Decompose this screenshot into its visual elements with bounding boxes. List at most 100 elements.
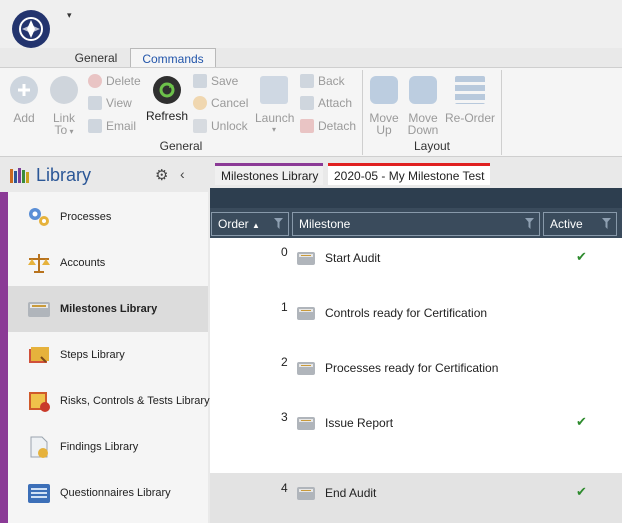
milestone-icon <box>297 487 315 500</box>
column-header-active[interactable]: Active <box>543 212 617 236</box>
column-header-order[interactable]: Order ▲ <box>211 212 289 236</box>
app-logo-icon[interactable] <box>12 10 50 48</box>
table-row[interactable] <box>210 238 622 293</box>
sidebar-item-steps-library[interactable]: Steps Library <box>8 332 208 378</box>
refresh-icon <box>153 76 181 104</box>
link-to-label-line2: To ▾ <box>54 123 74 137</box>
sidebar-item-label: Findings Library <box>60 441 139 453</box>
milestone-icon <box>297 362 315 375</box>
move-down-icon <box>409 76 437 104</box>
column-header-label: Active <box>550 217 583 231</box>
collapse-panel-icon[interactable]: ‹ <box>180 166 185 182</box>
grid-toolbar-strip <box>210 188 622 208</box>
add-icon <box>10 76 38 104</box>
sidebar-item-processes[interactable]: Processes <box>8 194 208 240</box>
sidebar-item-findings-library[interactable]: Findings Library <box>8 424 208 470</box>
sidebar-item-label: Accounts <box>60 257 106 269</box>
tab-milestones-library[interactable]: Milestones Library <box>215 163 323 185</box>
reorder-button[interactable]: Re-Order <box>444 76 496 124</box>
launch-dropdown-icon: ▾ <box>271 125 276 134</box>
library-icon <box>9 167 31 184</box>
column-header-label: Order <box>218 217 249 231</box>
move-down-button[interactable]: Move Down <box>407 76 439 136</box>
row-milestone: Issue Report <box>325 416 394 430</box>
table-row[interactable] <box>210 348 622 403</box>
milestone-icon <box>297 307 315 320</box>
reorder-label: Re-Order <box>444 111 495 125</box>
row-milestone: Start Audit <box>325 251 381 265</box>
view-label: View <box>106 96 132 110</box>
tab-general[interactable]: General <box>66 48 126 68</box>
link-to-button[interactable]: Link To ▾ <box>50 76 78 138</box>
refresh-button[interactable]: Refresh <box>146 76 188 122</box>
row-milestone: End Audit <box>325 486 377 500</box>
add-button[interactable]: Add <box>10 76 38 124</box>
table-row[interactable] <box>210 293 622 348</box>
row-order: 1 <box>281 300 288 314</box>
sidebar-item-label: Questionnaires Library <box>60 487 171 499</box>
detach-label: Detach <box>318 119 357 133</box>
view-button[interactable]: View <box>88 95 132 111</box>
sidebar-item-label: Steps Library <box>60 349 125 361</box>
filter-icon[interactable] <box>274 218 283 229</box>
ribbon-group-general-label: General <box>159 139 203 153</box>
sidebar-item-accounts[interactable]: Accounts <box>8 240 208 286</box>
library-header <box>0 158 208 192</box>
unlock-button[interactable]: Unlock <box>193 118 248 134</box>
sidebar-item-label: Milestones Library <box>60 303 158 315</box>
email-button[interactable]: Email <box>88 118 136 134</box>
row-order: 4 <box>281 481 288 495</box>
table-row-selected[interactable] <box>210 473 622 523</box>
save-button[interactable]: Save <box>193 73 238 89</box>
detach-button[interactable]: Detach <box>300 118 356 134</box>
row-order: 0 <box>281 245 288 259</box>
move-up-button[interactable]: Move Up <box>368 76 400 136</box>
sidebar-item-label: Processes <box>60 211 112 223</box>
link-icon <box>50 76 78 104</box>
launch-button[interactable]: Launch ▾ <box>255 76 294 136</box>
attach-icon <box>300 96 314 110</box>
filter-icon[interactable] <box>602 218 611 229</box>
attach-button[interactable]: Attach <box>300 95 352 111</box>
reorder-icon <box>455 76 485 104</box>
refresh-label: Refresh <box>146 109 189 123</box>
milestone-icon <box>297 252 315 265</box>
back-label: Back <box>318 74 345 88</box>
view-icon <box>88 96 102 110</box>
link-to-dropdown-icon: ▾ <box>67 127 74 136</box>
sidebar-item-label: Risks, Controls & Tests Library <box>60 395 210 407</box>
sidebar-item-questionnaires-library[interactable]: Questionnaires Library <box>8 470 208 516</box>
detach-icon <box>300 119 314 133</box>
row-order: 3 <box>281 410 288 424</box>
back-button[interactable]: Back <box>300 73 345 89</box>
move-up-icon <box>370 76 398 104</box>
delete-button[interactable]: Delete <box>88 73 141 89</box>
column-header-milestone[interactable]: Milestone <box>292 212 540 236</box>
milestone-icon <box>297 417 315 430</box>
save-label: Save <box>211 74 239 88</box>
row-milestone: Controls ready for Certification <box>325 306 488 320</box>
unlock-icon <box>193 119 207 133</box>
cancel-button[interactable]: Cancel <box>193 95 248 111</box>
column-header-label: Milestone <box>299 217 351 231</box>
tab-milestone-test[interactable]: 2020-05 - My Milestone Test <box>328 163 490 185</box>
findings-icon <box>30 436 48 458</box>
sidebar-item-risks-controls-tests-library[interactable]: Risks, Controls & Tests Library <box>8 378 210 424</box>
quick-access-dropdown-icon[interactable]: ▾ <box>67 10 72 21</box>
processes-icon <box>29 208 49 226</box>
tab-commands[interactable]: Commands <box>130 48 216 68</box>
risks-icon <box>29 392 50 412</box>
milestones-icon <box>28 302 50 317</box>
accounts-icon <box>28 254 50 273</box>
gear-icon[interactable]: ⚙ <box>155 166 168 184</box>
cancel-label: Cancel <box>211 96 249 110</box>
title-bar <box>0 0 622 48</box>
active-check-icon: ✔ <box>576 249 587 264</box>
sidebar-item-milestones-library[interactable]: Milestones Library <box>8 286 208 332</box>
delete-icon <box>88 74 102 88</box>
questionnaires-icon <box>28 484 50 503</box>
row-milestone: Processes ready for Certification <box>325 361 499 375</box>
filter-icon[interactable] <box>525 218 534 229</box>
sort-ascending-icon: ▲ <box>252 221 260 230</box>
table-row[interactable] <box>210 403 622 458</box>
